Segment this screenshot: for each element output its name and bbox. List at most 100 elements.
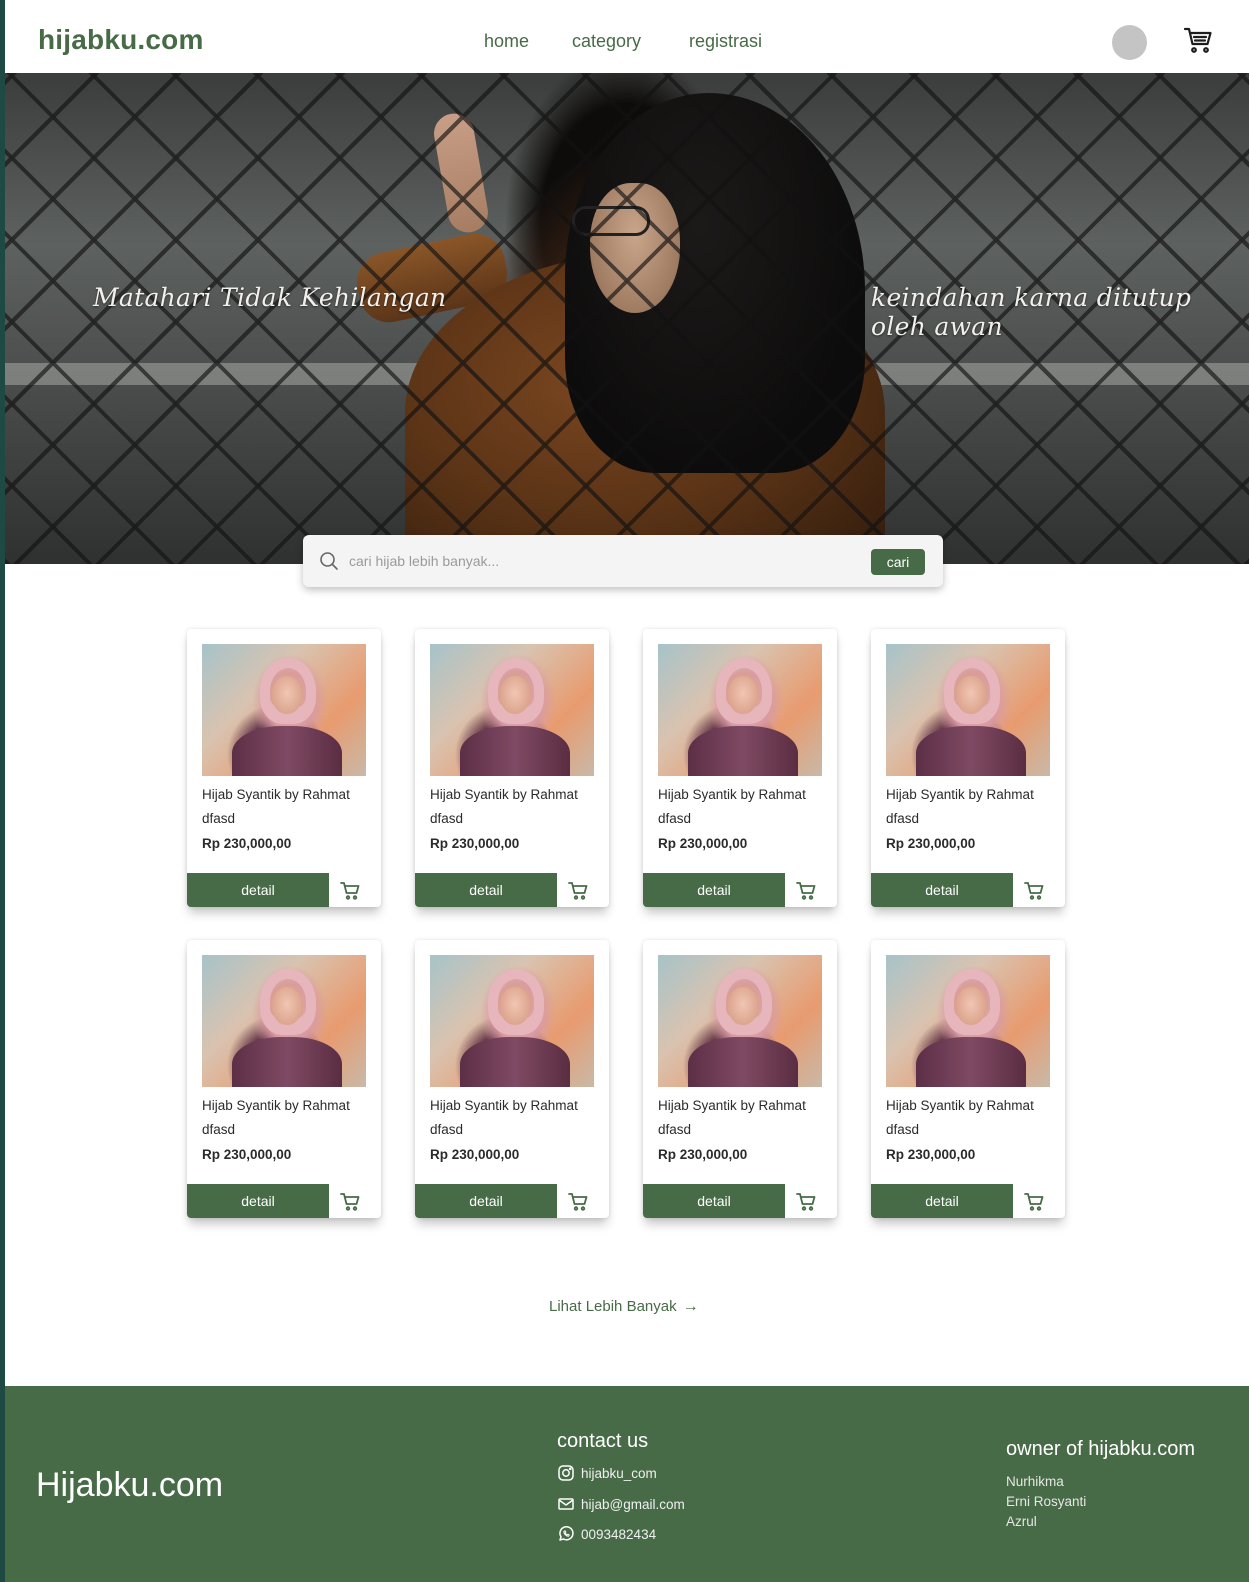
product-price: Rp 230,000,00	[430, 836, 520, 851]
owner-name: Azrul	[1006, 1514, 1037, 1529]
whatsapp-icon	[559, 1526, 574, 1541]
add-to-cart-icon[interactable]	[567, 879, 589, 901]
product-card[interactable]: Hijab Syantik by Rahmat dfasd Rp 230,000,0…	[871, 629, 1065, 907]
detail-button[interactable]: detail	[415, 1184, 557, 1218]
add-to-cart-icon[interactable]	[795, 1190, 817, 1212]
product-title: Hijab Syantik by Rahmat	[430, 1098, 578, 1113]
avatar[interactable]	[1112, 25, 1147, 60]
product-image[interactable]	[202, 955, 366, 1087]
search-bar: cari	[303, 535, 943, 587]
nav-category[interactable]: category	[572, 31, 641, 52]
product-image-jacket	[232, 726, 342, 776]
product-title: Hijab Syantik by Rahmat	[202, 787, 350, 802]
product-image-jacket	[460, 726, 570, 776]
contact-instagram-text: hijabku_com	[581, 1465, 657, 1481]
page: hijabku.com home category registrasi Mat…	[5, 0, 1249, 1582]
mail-icon	[558, 1498, 574, 1510]
product-price: Rp 230,000,00	[430, 1147, 520, 1162]
add-to-cart-icon[interactable]	[339, 1190, 361, 1212]
product-image[interactable]	[430, 955, 594, 1087]
product-title: Hijab Syantik by Rahmat	[658, 787, 806, 802]
contact-whatsapp-text: 0093482434	[581, 1526, 657, 1542]
product-image-jacket	[460, 1037, 570, 1087]
detail-button[interactable]: detail	[643, 873, 785, 907]
product-card[interactable]: Hijab Syantik by Rahmat dfasd Rp 230,000,0…	[187, 629, 381, 907]
product-image-face	[956, 676, 986, 714]
product-image-face	[500, 987, 530, 1025]
site-logo[interactable]: hijabku.com	[38, 24, 204, 56]
product-image-face	[500, 676, 530, 714]
product-card[interactable]: Hijab Syantik by Rahmat dfasd Rp 230,000,0…	[187, 940, 381, 1218]
product-image-face	[272, 987, 302, 1025]
detail-button[interactable]: detail	[871, 1184, 1013, 1218]
detail-button[interactable]: detail	[871, 873, 1013, 907]
see-more-link[interactable]: Lihat Lebih Banyak →	[549, 1298, 699, 1316]
product-image[interactable]	[886, 644, 1050, 776]
contact-email[interactable]: hijab@gmail.com	[557, 1495, 685, 1513]
add-to-cart-icon[interactable]	[567, 1190, 589, 1212]
product-price: Rp 230,000,00	[202, 836, 292, 851]
arrow-right-icon: →	[682, 1298, 699, 1315]
owner-name: Nurhikma	[1006, 1474, 1064, 1489]
product-image-face	[956, 987, 986, 1025]
detail-button[interactable]: detail	[415, 873, 557, 907]
hero-right-caption: keindahan karna ditutup oleh awan	[871, 283, 1192, 341]
cart-icon[interactable]	[1182, 24, 1214, 56]
search-input[interactable]	[349, 549, 849, 573]
add-to-cart-icon[interactable]	[1023, 1190, 1045, 1212]
product-image[interactable]	[658, 955, 822, 1087]
contact-title: contact us	[557, 1430, 649, 1452]
contact-whatsapp[interactable]: 0093482434	[557, 1525, 656, 1543]
header: hijabku.com home category registrasi	[5, 4, 1249, 73]
product-card[interactable]: Hijab Syantik by Rahmat dfasd Rp 230,000,0…	[643, 629, 837, 907]
product-title: Hijab Syantik by Rahmat	[658, 1098, 806, 1113]
detail-button[interactable]: detail	[643, 1184, 785, 1218]
product-title: Hijab Syantik by Rahmat	[430, 787, 578, 802]
product-image-jacket	[688, 1037, 798, 1087]
contact-instagram[interactable]: hijabku_com	[557, 1464, 657, 1482]
add-to-cart-icon[interactable]	[795, 879, 817, 901]
product-card[interactable]: Hijab Syantik by Rahmat dfasd Rp 230,000,0…	[415, 629, 609, 907]
product-image-jacket	[688, 726, 798, 776]
product-image-jacket	[916, 726, 1026, 776]
product-title: Hijab Syantik by Rahmat	[202, 1098, 350, 1113]
product-image[interactable]	[658, 644, 822, 776]
product-image-face	[728, 987, 758, 1025]
product-image[interactable]	[202, 644, 366, 776]
product-image[interactable]	[430, 644, 594, 776]
product-title: Hijab Syantik by Rahmat	[886, 1098, 1034, 1113]
product-card[interactable]: Hijab Syantik by Rahmat dfasd Rp 230,000,0…	[871, 940, 1065, 1218]
hero-banner: Matahari Tidak Kehilangan keindahan karn…	[5, 73, 1249, 564]
footer-brand: Hijabku.com	[36, 1466, 224, 1504]
product-card[interactable]: Hijab Syantik by Rahmat dfasd Rp 230,000,0…	[415, 940, 609, 1218]
product-subtitle: dfasd	[658, 1122, 692, 1137]
product-subtitle: dfasd	[430, 811, 464, 826]
product-price: Rp 230,000,00	[202, 1147, 292, 1162]
search-button[interactable]: cari	[871, 549, 925, 575]
product-price: Rp 230,000,00	[886, 836, 976, 851]
instagram-icon	[558, 1465, 574, 1481]
nav-registrasi[interactable]: registrasi	[689, 31, 762, 52]
see-more-label: Lihat Lebih Banyak	[549, 1298, 677, 1315]
product-subtitle: dfasd	[886, 811, 920, 826]
owner-name: Erni Rosyanti	[1006, 1494, 1087, 1509]
add-to-cart-icon[interactable]	[339, 879, 361, 901]
product-subtitle: dfasd	[202, 811, 236, 826]
owner-title: owner of hijabku.com	[1006, 1438, 1195, 1460]
product-subtitle: dfasd	[202, 1122, 236, 1137]
footer: Hijabku.com contact us hijabku_com hijab…	[5, 1386, 1249, 1582]
detail-button[interactable]: detail	[187, 873, 329, 907]
product-subtitle: dfasd	[886, 1122, 920, 1137]
nav-home[interactable]: home	[484, 31, 529, 52]
product-image[interactable]	[886, 955, 1050, 1087]
product-image-face	[272, 676, 302, 714]
product-subtitle: dfasd	[430, 1122, 464, 1137]
product-card[interactable]: Hijab Syantik by Rahmat dfasd Rp 230,000,0…	[643, 940, 837, 1218]
detail-button[interactable]: detail	[187, 1184, 329, 1218]
add-to-cart-icon[interactable]	[1023, 879, 1045, 901]
product-price: Rp 230,000,00	[886, 1147, 976, 1162]
product-image-jacket	[232, 1037, 342, 1087]
product-price: Rp 230,000,00	[658, 1147, 748, 1162]
hero-left-caption: Matahari Tidak Kehilangan	[93, 283, 447, 312]
product-image-jacket	[916, 1037, 1026, 1087]
